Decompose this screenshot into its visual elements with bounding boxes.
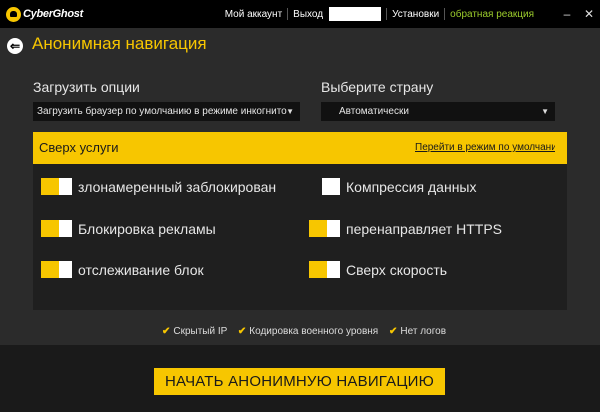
section-title: Сверх услуги (39, 140, 119, 155)
bottom-bar: НАЧАТЬ АНОНИМНУЮ НАВИГАЦИЮ (0, 345, 600, 412)
load-options-select[interactable]: Загрузить браузер по умолчанию в режиме … (33, 102, 300, 121)
toggle-switch[interactable] (41, 261, 72, 278)
option-extra-speed[interactable]: Сверх скорость (309, 261, 447, 278)
option-label: злонамеренный заблокирован (78, 178, 277, 195)
option-tracking-block[interactable]: отслеживание блок (41, 261, 204, 278)
cyberghost-logo: CyberGhost (6, 6, 83, 22)
divider (386, 8, 388, 20)
toggle-switch[interactable] (309, 178, 340, 195)
feature-item: Нет логов (400, 326, 447, 337)
country-select[interactable]: Автоматически ▼ (321, 102, 555, 121)
option-label: Сверх скорость (346, 261, 448, 278)
checkmark-icon: ✔ (237, 326, 247, 337)
back-arrow-icon[interactable]: ⇐ (7, 38, 23, 54)
country-label: Выберите страну (321, 79, 434, 95)
my-account-link[interactable]: Мой аккаунт (225, 9, 282, 20)
load-options-value: Загрузить браузер по умолчанию в режиме … (37, 106, 287, 117)
chevron-down-icon: ▼ (541, 107, 549, 116)
toggle-switch[interactable] (41, 178, 72, 195)
checkmark-icon: ✔ (161, 326, 171, 337)
default-mode-link[interactable]: Перейти в режим по умолчанию (415, 142, 555, 153)
page-header: ⇐ Анонимная навигация (0, 28, 600, 68)
toggle-switch[interactable] (309, 220, 340, 237)
divider (444, 8, 446, 20)
option-label: перенаправляет HTTPS (346, 220, 502, 237)
toggle-switch[interactable] (41, 220, 72, 237)
logo-text: CyberGhost (23, 8, 83, 20)
option-label: Блокировка рекламы (78, 220, 216, 237)
close-button[interactable]: ✕ (578, 7, 600, 21)
settings-link[interactable]: Установки (392, 9, 439, 20)
feature-item: Скрытый IP (173, 326, 228, 337)
logout-link[interactable]: Выход (293, 9, 323, 20)
option-label: Компрессия данных (346, 178, 477, 195)
top-navigation: Мой аккаунт Выход Установки обратная реа… (225, 0, 600, 28)
extra-services-header: Сверх услуги Перейти в режим по умолчани… (33, 132, 567, 164)
option-label: отслеживание блок (78, 261, 204, 278)
feedback-link[interactable]: обратная реакция (450, 9, 534, 20)
option-malware-block[interactable]: злонамеренный заблокирован (41, 178, 276, 195)
divider (287, 8, 289, 20)
country-value: Автоматически (339, 106, 409, 117)
ghost-logo-icon (6, 6, 21, 22)
start-anonymous-browsing-button[interactable]: НАЧАТЬ АНОНИМНУЮ НАВИГАЦИЮ (154, 368, 445, 395)
chevron-down-icon: ▼ (286, 107, 294, 116)
option-data-compression[interactable]: Компрессия данных (309, 178, 477, 195)
redacted-username (329, 7, 382, 21)
page-title: Анонимная навигация (32, 34, 207, 53)
feature-list: ✔ Скрытый IP ✔ Кодировка военного уровня ✔… (0, 326, 600, 337)
option-ad-block[interactable]: Блокировка рекламы (41, 220, 216, 237)
load-options-label: Загрузить опции (33, 79, 140, 95)
title-bar: CyberGhost Мой аккаунт Выход Установки о… (0, 0, 600, 28)
extra-services-panel: злонамеренный заблокирован Компрессия да… (33, 164, 567, 310)
minimize-button[interactable]: – (556, 7, 578, 21)
option-https-redirect[interactable]: перенаправляет HTTPS (309, 220, 502, 237)
checkmark-icon: ✔ (389, 326, 398, 337)
toggle-switch[interactable] (309, 261, 340, 278)
feature-item: Кодировка военного уровня (249, 326, 379, 337)
